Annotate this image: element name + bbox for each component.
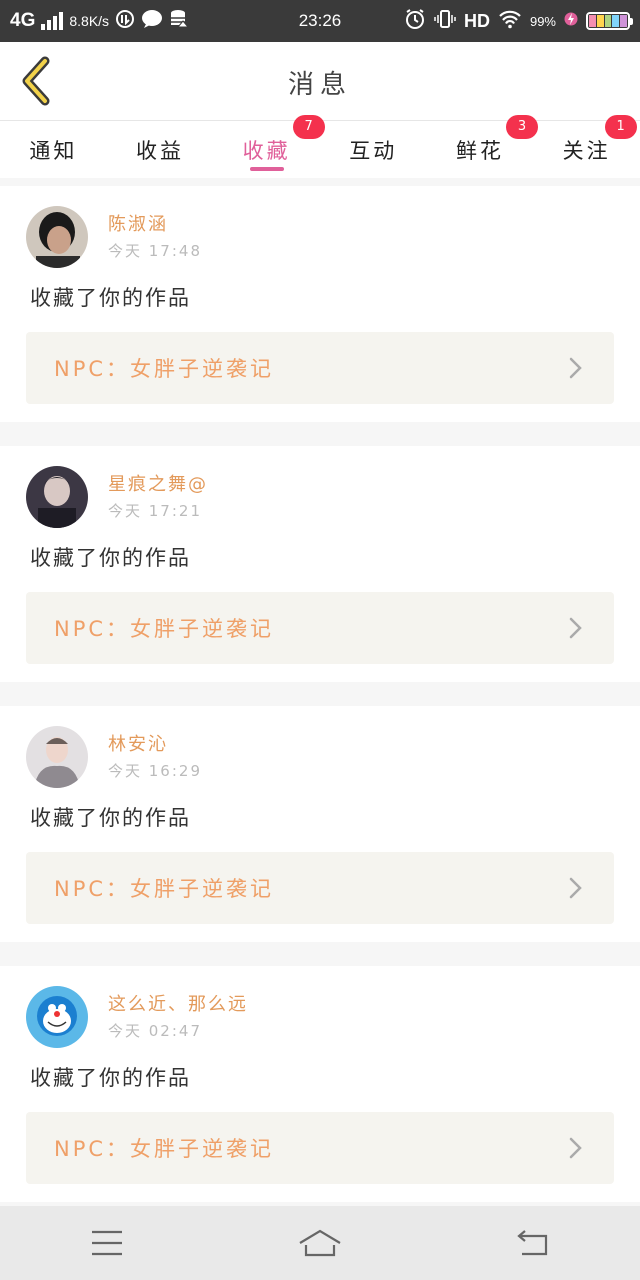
back-icon bbox=[517, 1230, 548, 1256]
tab-favorites[interactable]: 收藏 7 bbox=[239, 114, 325, 179]
network-type: 4G bbox=[10, 10, 36, 31]
list-item: 这么近、那么远 今天 02:47 收藏了你的作品 NPC：女胖子逆袭记 bbox=[0, 966, 640, 1202]
work-title: NPC：女胖子逆袭记 bbox=[54, 617, 275, 641]
timestamp: 今天 17:21 bbox=[108, 502, 202, 520]
charging-icon bbox=[564, 11, 578, 32]
username[interactable]: 这么近、那么远 bbox=[108, 990, 248, 1016]
work-title: NPC：女胖子逆袭记 bbox=[54, 1137, 275, 1161]
tab-badge: 1 bbox=[604, 114, 637, 139]
work-link[interactable]: NPC：女胖子逆袭记 bbox=[26, 592, 614, 664]
home-button[interactable] bbox=[280, 1213, 360, 1273]
hd-indicator: HD bbox=[463, 10, 490, 31]
timestamp: 今天 16:29 bbox=[108, 762, 202, 780]
work-title: NPC：女胖子逆袭记 bbox=[54, 877, 275, 901]
tab-flowers[interactable]: 鲜花 3 bbox=[452, 114, 538, 179]
action-text: 收藏了你的作品 bbox=[30, 806, 191, 830]
chevron-right-icon bbox=[569, 1137, 582, 1159]
tab-label: 鲜花 bbox=[455, 138, 504, 163]
tab-badge: 3 bbox=[505, 114, 538, 139]
avatar[interactable] bbox=[26, 206, 88, 268]
alarm-icon bbox=[404, 8, 426, 35]
page-title: 消息 bbox=[287, 70, 352, 100]
app-header: 消息 bbox=[0, 42, 640, 120]
list-item: 林安沁 今天 16:29 收藏了你的作品 NPC：女胖子逆袭记 bbox=[0, 706, 640, 942]
tab-earnings[interactable]: 收益 bbox=[132, 121, 188, 179]
avatar[interactable] bbox=[26, 466, 88, 528]
tab-label: 互动 bbox=[349, 138, 398, 163]
network-speed: 8.8K/s bbox=[69, 13, 110, 29]
action-text: 收藏了你的作品 bbox=[30, 1066, 191, 1090]
tab-label: 收藏 bbox=[242, 138, 291, 163]
menu-button[interactable] bbox=[67, 1213, 147, 1273]
system-nav-bar bbox=[0, 1206, 640, 1280]
username[interactable]: 林安沁 bbox=[108, 730, 168, 756]
action-text: 收藏了你的作品 bbox=[30, 546, 191, 570]
avatar[interactable] bbox=[26, 726, 88, 788]
timestamp: 今天 17:48 bbox=[108, 242, 202, 260]
vibrate-icon bbox=[434, 8, 456, 35]
work-title: NPC：女胖子逆袭记 bbox=[54, 357, 275, 381]
tab-interactions[interactable]: 互动 bbox=[345, 121, 401, 179]
chat-icon bbox=[141, 9, 163, 34]
work-link[interactable]: NPC：女胖子逆袭记 bbox=[26, 1112, 614, 1184]
data-saver-icon bbox=[115, 9, 135, 34]
menu-icon bbox=[91, 1230, 122, 1256]
signal-icon bbox=[41, 12, 64, 30]
chevron-right-icon bbox=[569, 617, 582, 639]
tab-badge: 7 bbox=[292, 114, 325, 139]
wifi-icon bbox=[498, 9, 522, 34]
work-link[interactable]: NPC：女胖子逆袭记 bbox=[26, 332, 614, 404]
timestamp: 今天 02:47 bbox=[108, 1022, 202, 1040]
tab-notifications[interactable]: 通知 bbox=[25, 121, 81, 179]
battery-icon bbox=[586, 12, 633, 30]
tab-label: 关注 bbox=[562, 138, 611, 163]
home-icon bbox=[299, 1229, 341, 1257]
tab-label: 通知 bbox=[29, 138, 78, 163]
chevron-right-icon bbox=[569, 357, 582, 379]
action-text: 收藏了你的作品 bbox=[30, 286, 191, 310]
tab-bar: 通知 收益 收藏 7 互动 鲜花 3 关注 1 bbox=[0, 114, 640, 179]
username[interactable]: 星痕之舞@ bbox=[108, 470, 208, 496]
status-bar: 4G 8.8K/s 23:26 HD 99% bbox=[0, 0, 640, 42]
work-link[interactable]: NPC：女胖子逆袭记 bbox=[26, 852, 614, 924]
chevron-right-icon bbox=[569, 877, 582, 899]
active-tab-indicator bbox=[249, 166, 284, 171]
username[interactable]: 陈淑涵 bbox=[108, 210, 168, 236]
avatar[interactable] bbox=[26, 986, 88, 1048]
tab-following[interactable]: 关注 1 bbox=[559, 114, 637, 179]
list-item: 星痕之舞@ 今天 17:21 收藏了你的作品 NPC：女胖子逆袭记 bbox=[0, 446, 640, 682]
battery-percent: 99% bbox=[529, 13, 556, 29]
tab-label: 收益 bbox=[135, 138, 184, 163]
message-list: 陈淑涵 今天 17:48 收藏了你的作品 NPC：女胖子逆袭记 星痕之舞@ 今天… bbox=[0, 186, 640, 1226]
back-nav-button[interactable] bbox=[493, 1213, 573, 1273]
database-icon bbox=[169, 9, 190, 34]
list-item: 陈淑涵 今天 17:48 收藏了你的作品 NPC：女胖子逆袭记 bbox=[0, 186, 640, 422]
